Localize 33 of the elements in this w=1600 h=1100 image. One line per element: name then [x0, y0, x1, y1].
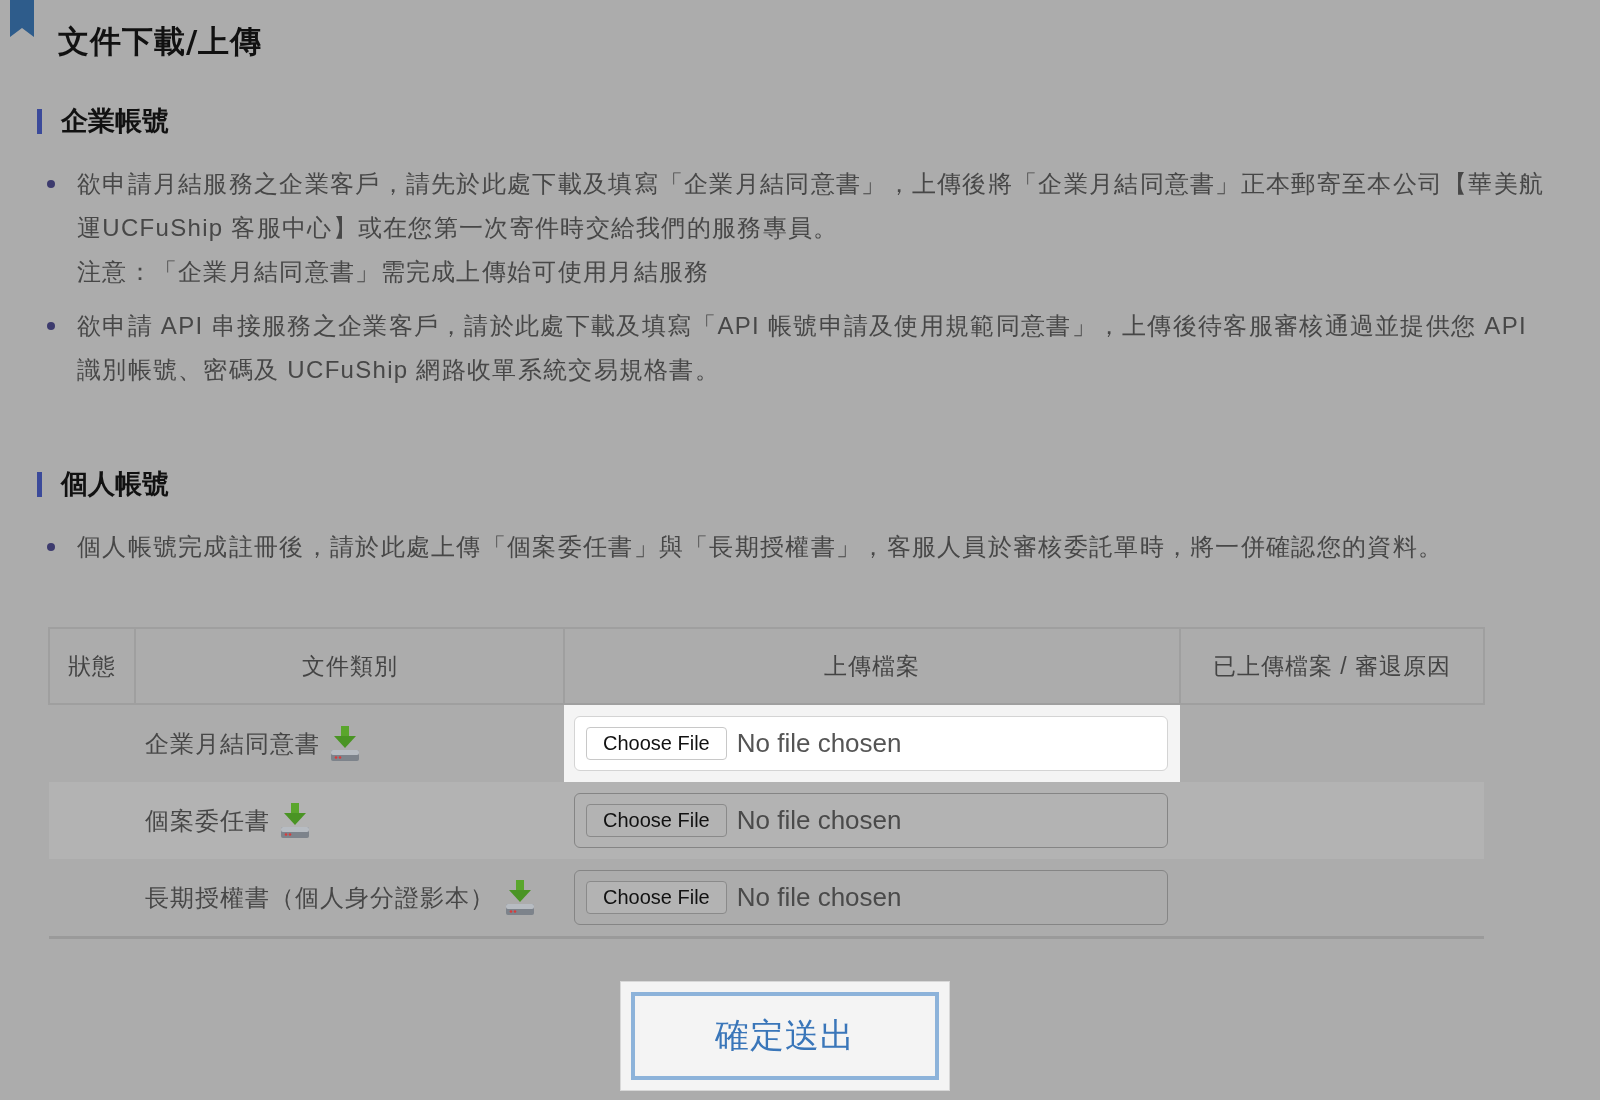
heading-marker-icon: [37, 108, 42, 134]
choose-file-button[interactable]: Choose File: [586, 727, 727, 760]
download-icon[interactable]: [280, 802, 310, 839]
file-status-text: No file chosen: [736, 728, 902, 759]
choose-file-button[interactable]: Choose File: [586, 881, 727, 914]
heading-marker-icon: [37, 471, 42, 497]
section-heading: 個人帳號: [61, 468, 169, 500]
bullet-text: 欲申請月結服務之企業客戶，請先於此處下載及填寫「企業月結同意書」，上傳後將「企業月結同意書」正本郵寄至本公司【華美航運UCFuShip 客服中心】或在您第一次寄件時交給我們的服務專員。: [77, 169, 1546, 243]
submit-button[interactable]: 確定送出: [631, 992, 939, 1080]
document-name: 企業月結同意書: [145, 728, 320, 759]
file-status-text: No file chosen: [736, 882, 902, 913]
bullet-icon: [47, 543, 55, 551]
bullet-text: 注意：「企業月結同意書」需完成上傳始可使用月結服務: [77, 257, 711, 287]
bullet-icon: [47, 180, 55, 188]
bullet-icon: [47, 322, 55, 330]
column-header: 上傳檔案: [564, 628, 1180, 704]
file-status-text: No file chosen: [736, 805, 902, 836]
bullet-text: 欲申請 API 串接服務之企業客戶，請於此處下載及填寫「API 帳號申請及使用規範同意書」，上傳後待客服審核通過並提供您 API 識別帳號、密碼及 UCFuShip 網路收單系統交易規格書。: [77, 311, 1528, 385]
file-upload-field[interactable]: Choose File No file chosen: [574, 793, 1168, 848]
section-heading: 企業帳號: [61, 105, 169, 137]
file-upload-field[interactable]: Choose File No file chosen: [574, 716, 1168, 771]
download-icon[interactable]: [505, 879, 535, 916]
document-name: 個案委任書: [145, 805, 270, 836]
page-title: 文件下載/上傳: [58, 24, 263, 58]
document-name: 長期授權書（個人身分證影本）: [145, 882, 495, 913]
bookmark-icon: [10, 0, 34, 37]
column-header: 狀態: [49, 628, 135, 704]
choose-file-button[interactable]: Choose File: [586, 804, 727, 837]
bullet-text: 個人帳號完成註冊後，請於此處上傳「個案委任書」與「長期授權書」，客服人員於審核委託單時，將一併確認您的資料。: [77, 532, 1445, 562]
column-header: 文件類別: [135, 628, 564, 704]
column-header: 已上傳檔案 / 審退原因: [1180, 628, 1484, 704]
file-upload-field[interactable]: Choose File No file chosen: [574, 870, 1168, 925]
download-icon[interactable]: [330, 725, 360, 762]
